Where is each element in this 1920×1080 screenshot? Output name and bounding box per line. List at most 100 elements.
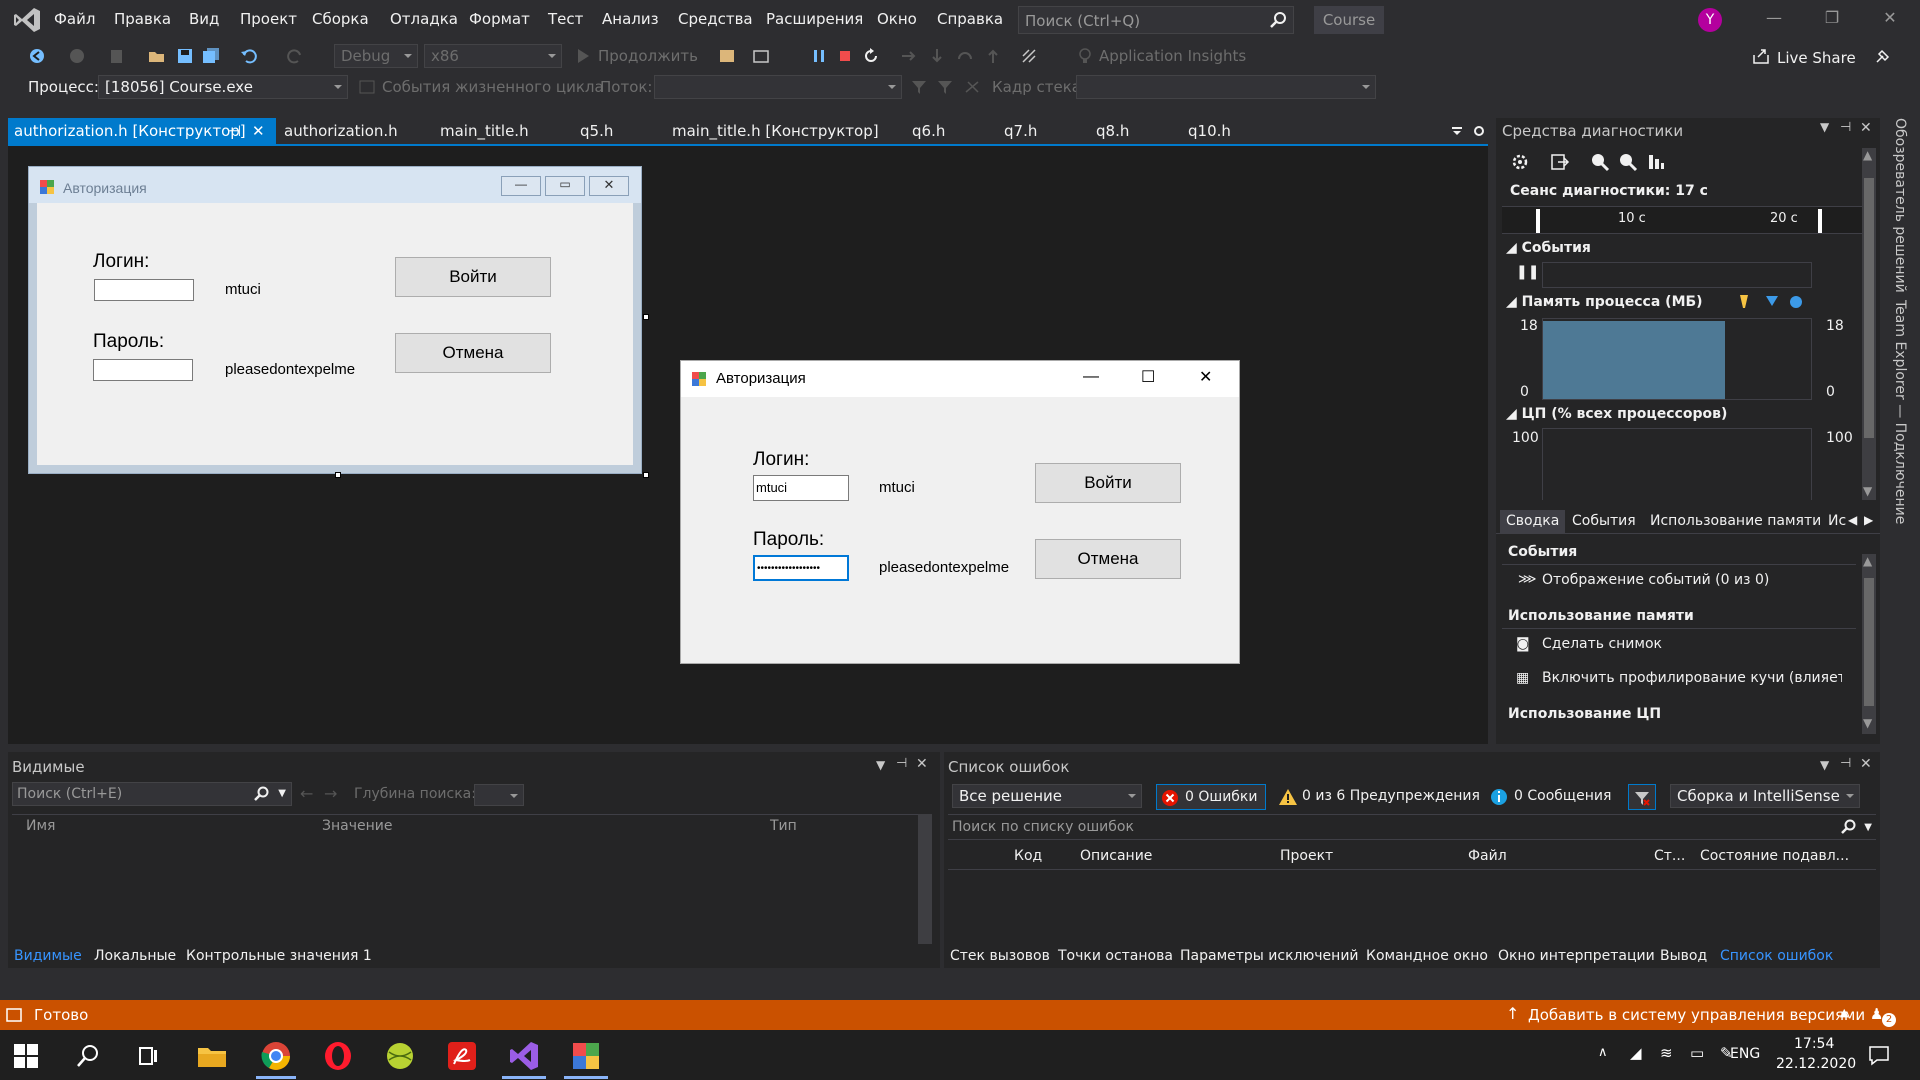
running-form-titlebar[interactable]: Авторизация — ☐ ✕ <box>681 361 1239 397</box>
reset-zoom-icon[interactable] <box>1646 152 1666 172</box>
heap-profiling-toggle[interactable]: Включить профилирование кучи (влияет на <box>1542 670 1842 686</box>
menu-window[interactable]: Окно <box>877 10 917 28</box>
design-form-client[interactable]: Логин: mtuci Пароль: pleasedontexpelme В… <box>37 203 633 465</box>
pin-icon[interactable]: ⊣ <box>896 756 907 771</box>
design-login-input[interactable] <box>94 279 194 301</box>
pause-icon[interactable] <box>810 47 828 65</box>
save-icon[interactable] <box>176 47 194 65</box>
tab-call-stack[interactable]: Стек вызовов <box>950 948 1050 964</box>
filter-icon[interactable] <box>910 78 928 96</box>
column-value[interactable]: Значение <box>322 818 392 834</box>
forward-icon[interactable] <box>68 47 86 65</box>
menu-help[interactable]: Справка <box>937 10 1003 28</box>
column-description[interactable]: Описание <box>1080 848 1152 864</box>
close-icon[interactable]: ✕ <box>1860 120 1872 136</box>
open-folder-icon[interactable] <box>148 47 166 65</box>
close-icon[interactable]: ✕ <box>1860 756 1872 772</box>
step-over-icon[interactable] <box>956 47 974 65</box>
notifications-button[interactable]: ♟ 2 <box>1870 1005 1896 1027</box>
design-form[interactable]: Авторизация — ▭ ✕ Логин: mtuci Пароль: p… <box>28 166 642 474</box>
summary-scrollbar[interactable]: ▲ ▼ <box>1862 554 1876 734</box>
error-source-select[interactable]: Сборка и IntelliSense <box>1670 784 1860 808</box>
running-close-button[interactable]: ✕ <box>1199 367 1212 387</box>
running-form-window[interactable]: Авторизация — ☐ ✕ Логин: mtuci mtuci Пар… <box>680 360 1240 664</box>
zoom-out-icon[interactable] <box>1618 152 1638 172</box>
acrobat-icon[interactable] <box>446 1040 478 1072</box>
forward-arrow-icon[interactable]: → <box>324 784 337 803</box>
cpu-section-header[interactable]: ◢ ЦП (% всех процессоров) <box>1506 406 1727 422</box>
continue-button[interactable]: Продолжить <box>598 47 698 65</box>
memory-graph[interactable] <box>1542 318 1812 400</box>
cpu-graph[interactable] <box>1542 428 1812 500</box>
running-password-input[interactable]: •••••••••••••••••• <box>753 555 849 581</box>
tab-authorization-h[interactable]: authorization.h <box>278 118 404 144</box>
play-icon[interactable] <box>574 47 592 65</box>
clock-time[interactable]: 17:54 <box>1794 1036 1834 1052</box>
tab-events[interactable]: События <box>1572 513 1636 529</box>
column-type[interactable]: Тип <box>770 818 797 834</box>
top-scrollbar[interactable]: ▲ ▼ <box>1862 148 1876 500</box>
menu-build[interactable]: Сборка <box>312 10 369 28</box>
design-login-button[interactable]: Войти <box>395 257 551 297</box>
input-language[interactable]: ENG <box>1730 1046 1760 1062</box>
tab-memory-usage[interactable]: Использование памяти <box>1650 513 1821 529</box>
column-code[interactable]: Код <box>1014 848 1042 864</box>
panel-dropdown-icon[interactable]: ▼ <box>1820 120 1829 134</box>
events-section-header[interactable]: ◢ События <box>1506 240 1591 256</box>
menu-extensions[interactable]: Расширения <box>766 10 863 28</box>
back-arrow-icon[interactable]: ← <box>300 784 313 803</box>
back-icon[interactable] <box>28 47 46 65</box>
gear-icon[interactable] <box>1510 152 1530 172</box>
tab-output[interactable]: Вывод <box>1660 948 1707 964</box>
clock-date[interactable]: 22.12.2020 <box>1776 1056 1856 1072</box>
app-insights-icon[interactable] <box>1076 47 1094 65</box>
menu-debug[interactable]: Отладка <box>390 10 458 28</box>
tab-main-title-h[interactable]: main_title.h <box>434 118 535 144</box>
panel-dropdown-icon[interactable]: ▼ <box>876 758 885 772</box>
menu-tools[interactable]: Средства <box>678 10 753 28</box>
design-login-label[interactable]: Логин: <box>93 251 149 273</box>
pin-icon[interactable]: ⊣ <box>1840 756 1851 771</box>
wifi-icon[interactable]: ≋ <box>1660 1044 1673 1062</box>
error-scope-select[interactable]: Все решение <box>952 784 1142 808</box>
column-name[interactable]: Имя <box>26 818 55 834</box>
tab-breakpoints[interactable]: Точки останова <box>1058 948 1173 964</box>
save-all-icon[interactable] <box>202 47 220 65</box>
tab-q10-h[interactable]: q10.h <box>1182 118 1237 144</box>
filter-build-toggle[interactable] <box>1628 784 1656 810</box>
memory-section-header[interactable]: ◢ Память процесса (МБ) <box>1506 294 1703 310</box>
design-password-hint[interactable]: pleasedontexpelme <box>225 361 355 378</box>
live-share-button[interactable]: Live Share <box>1777 49 1856 67</box>
action-center-icon[interactable] <box>1868 1044 1890 1066</box>
pin-icon[interactable]: ⊣ <box>1840 120 1851 135</box>
close-icon[interactable]: ✕ <box>252 118 265 144</box>
new-project-icon[interactable] <box>108 47 126 65</box>
quick-search-input[interactable]: Поиск (Ctrl+Q) <box>1018 6 1294 34</box>
search-icon[interactable] <box>253 786 269 802</box>
chevron-right-icon[interactable]: ▶ <box>1864 513 1873 527</box>
events-track[interactable] <box>1542 262 1812 288</box>
maximize-button[interactable]: ❐ <box>1812 8 1852 32</box>
redo-icon[interactable] <box>286 47 304 65</box>
task-view-icon[interactable] <box>136 1044 160 1068</box>
design-password-label[interactable]: Пароль: <box>93 331 164 353</box>
thread-select[interactable] <box>654 75 902 99</box>
menu-format[interactable]: Формат <box>469 10 530 28</box>
chevron-down-icon[interactable]: ▼ <box>1863 716 1872 730</box>
network-icon[interactable]: ◢ <box>1630 1044 1642 1062</box>
design-cancel-button[interactable]: Отмена <box>395 333 551 373</box>
close-icon[interactable]: ✕ <box>916 756 928 772</box>
file-explorer-icon[interactable] <box>196 1040 228 1072</box>
filter-clear-icon[interactable] <box>936 78 954 96</box>
take-snapshot-button[interactable]: Сделать снимок <box>1542 636 1662 652</box>
attach-process-icon[interactable] <box>718 47 736 65</box>
running-cancel-button[interactable]: Отмена <box>1035 539 1181 579</box>
tab-q5-h[interactable]: q5.h <box>574 118 619 144</box>
column-file[interactable]: Файл <box>1468 848 1507 864</box>
menu-test[interactable]: Тест <box>548 10 583 28</box>
info-icon[interactable] <box>1490 788 1508 806</box>
add-to-source-control-button[interactable]: Добавить в систему управления версиями <box>1528 1006 1865 1024</box>
scroll-thumb[interactable] <box>1864 578 1874 706</box>
running-minimize-button[interactable]: — <box>1083 368 1099 386</box>
configuration-select[interactable]: Debug <box>334 44 418 68</box>
